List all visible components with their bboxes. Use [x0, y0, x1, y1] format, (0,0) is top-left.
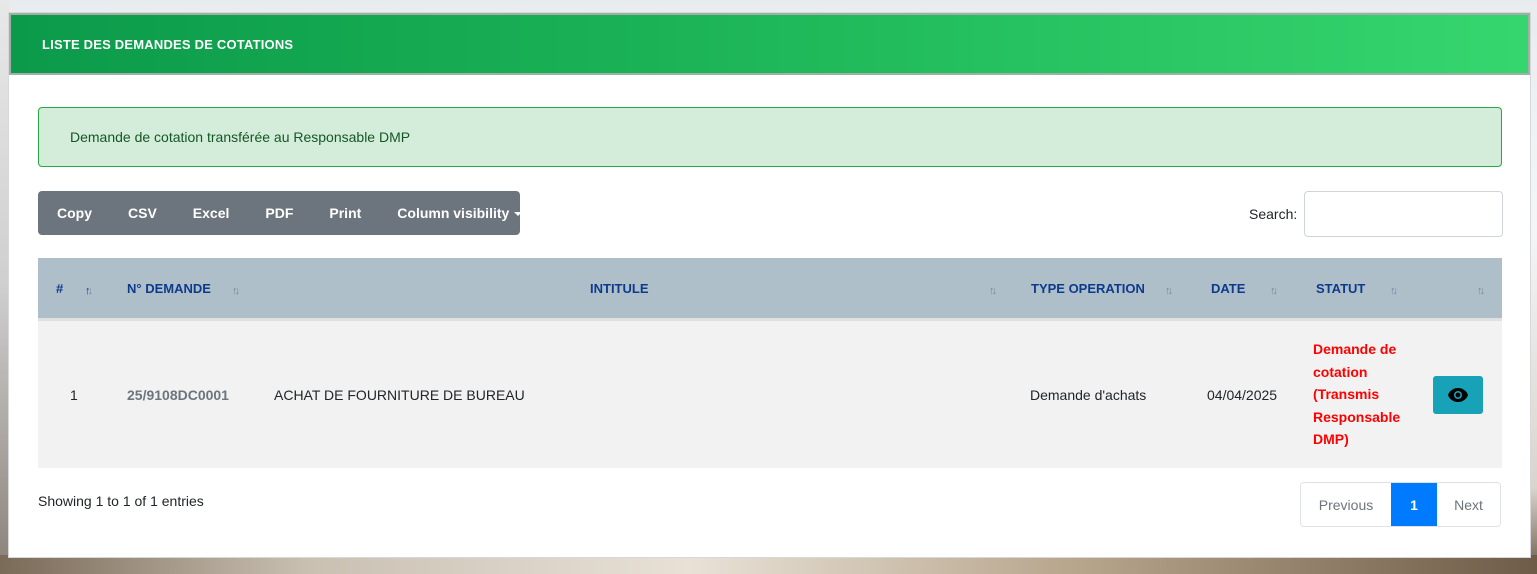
- search-input[interactable]: [1304, 191, 1504, 237]
- next-page-button[interactable]: Next: [1437, 483, 1500, 526]
- statut-line: cotation: [1313, 363, 1368, 380]
- eye-icon: [1448, 388, 1468, 402]
- sort-icon[interactable]: ↑↓: [1165, 285, 1173, 297]
- pdf-button[interactable]: PDF: [265, 205, 293, 221]
- statut-line: Demande de: [1313, 341, 1397, 358]
- statut-line: (Transmis: [1313, 386, 1380, 403]
- col-header-statut[interactable]: STATUT: [1316, 258, 1365, 318]
- quotation-list-card: LISTE DES DEMANDES DE COTATIONS Demande …: [8, 12, 1531, 558]
- search-label: Search:: [1249, 206, 1298, 222]
- col-header-type-operation[interactable]: TYPE OPERATION: [1031, 258, 1145, 318]
- column-visibility-label: Column visibility: [397, 205, 510, 221]
- copy-button[interactable]: Copy: [57, 205, 92, 221]
- sort-icon[interactable]: ↑↓: [989, 285, 997, 297]
- table-info: Showing 1 to 1 of 1 entries: [38, 493, 204, 509]
- col-header-numero[interactable]: N° DEMANDE: [127, 258, 211, 318]
- col-header-index[interactable]: #: [56, 258, 63, 318]
- pagination: Previous 1 Next: [1300, 482, 1501, 527]
- card-header: LISTE DES DEMANDES DE COTATIONS: [9, 13, 1530, 75]
- page-1-button[interactable]: 1: [1391, 483, 1437, 526]
- print-button[interactable]: Print: [329, 205, 361, 221]
- quotations-table: # ↑↓ N° DEMANDE ↑↓ INTITULE ↑↓ TYPE OPER…: [38, 258, 1502, 468]
- caret-down-icon: [514, 212, 523, 217]
- column-visibility-button[interactable]: Column visibility: [397, 205, 523, 221]
- row-index: 1: [70, 386, 78, 403]
- statut-line: DMP): [1313, 431, 1349, 448]
- col-header-date[interactable]: DATE: [1211, 258, 1245, 318]
- search-area: Search:: [1249, 191, 1504, 237]
- table-header: # ↑↓ N° DEMANDE ↑↓ INTITULE ↑↓ TYPE OPER…: [38, 258, 1502, 318]
- export-button-group: Copy CSV Excel PDF Print Column visibili…: [38, 191, 523, 235]
- sort-icon[interactable]: ↑↓: [1477, 285, 1485, 297]
- row-numero: 25/9108DC0001: [127, 386, 229, 403]
- previous-page-button[interactable]: Previous: [1301, 483, 1391, 526]
- sort-icon[interactable]: ↑↓: [1270, 285, 1278, 297]
- sort-icon[interactable]: ↑↓: [232, 285, 240, 297]
- col-header-intitule[interactable]: INTITULE: [590, 258, 649, 318]
- excel-button[interactable]: Excel: [193, 205, 230, 221]
- page-title: LISTE DES DEMANDES DE COTATIONS: [42, 36, 294, 52]
- row-date: 04/04/2025: [1207, 386, 1278, 403]
- row-type-operation: Demande d'achats: [1030, 386, 1147, 403]
- sort-icon[interactable]: ↑↓: [1390, 285, 1398, 297]
- sort-asc-icon[interactable]: ↑↓: [85, 285, 93, 297]
- row-statut: Demande de cotation (Transmis Responsabl…: [1313, 321, 1423, 468]
- table-row: 1 25/9108DC0001 ACHAT DE FOURNITURE DE B…: [38, 318, 1502, 468]
- view-button[interactable]: [1433, 376, 1483, 414]
- csv-button[interactable]: CSV: [128, 205, 157, 221]
- statut-line: Responsable: [1313, 408, 1401, 425]
- row-intitule: ACHAT DE FOURNITURE DE BUREAU: [274, 386, 525, 403]
- success-alert: Demande de cotation transférée au Respon…: [38, 107, 1502, 167]
